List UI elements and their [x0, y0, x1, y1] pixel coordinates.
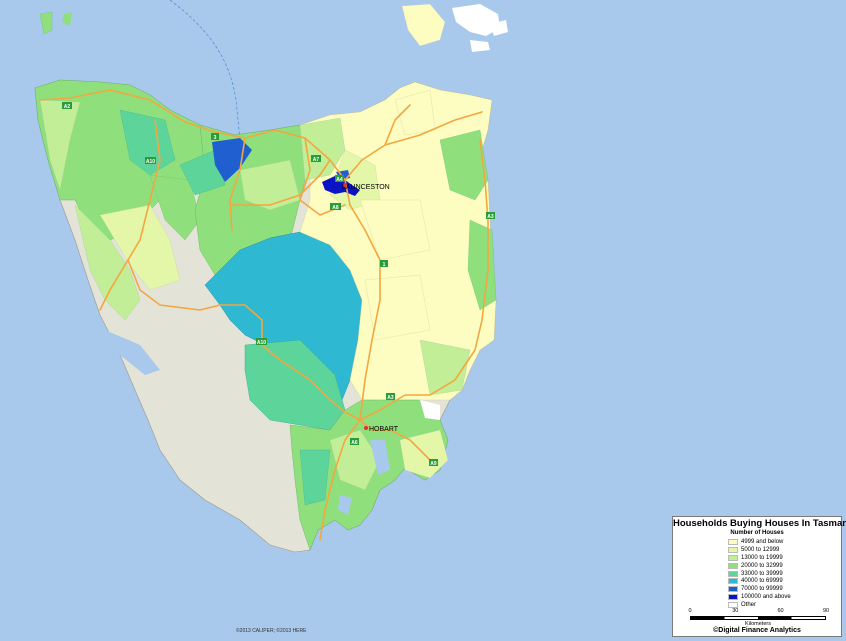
road-label: 3	[214, 135, 217, 141]
legend-item: 100000 and above	[728, 593, 841, 601]
map-attribution: ©2013 CALIPER; ©2013 HERE	[236, 628, 307, 634]
legend-label: 33000 to 39999	[741, 570, 783, 577]
scale-tick: 0	[688, 608, 692, 614]
road-label: A6	[351, 440, 358, 446]
legend-swatch	[728, 562, 738, 569]
credit-text: ©Digital Finance Analytics	[713, 627, 801, 634]
legend-item: 40000 to 69999	[728, 577, 841, 585]
road-label: A4	[336, 177, 343, 183]
legend-subtitle: Number of Houses	[730, 530, 784, 536]
road-label: 1	[383, 262, 386, 268]
legend-label: 5000 to 12999	[741, 546, 780, 553]
scale-tick: 90	[822, 608, 830, 614]
road-label: A3	[387, 395, 394, 401]
legend-title: Households Buying Houses In Tasmania	[673, 518, 846, 529]
legend-label: 70000 to 99999	[741, 586, 783, 593]
city-label-hobart: HOBART	[369, 426, 399, 433]
legend-swatch	[728, 570, 738, 577]
scale-tick: 30	[732, 608, 739, 614]
road-label: A2	[64, 104, 71, 110]
road-label: A10	[146, 159, 155, 165]
road-label: A9	[430, 461, 437, 467]
legend-items: 4999 and below 5000 to 12999 13000 to 1999…	[728, 538, 841, 609]
legend-item: 20000 to 32999	[728, 562, 841, 570]
legend-item: 13000 to 19999	[728, 554, 841, 562]
legend-item: 4999 and below	[728, 538, 841, 546]
scale-ticks: 0 30 60 90	[688, 608, 830, 616]
legend-swatch	[728, 594, 738, 601]
scale-bar-graphic	[690, 616, 826, 620]
legend-label: 4999 and below	[741, 538, 784, 545]
road-label: A10	[257, 340, 266, 346]
scale-tick: 60	[777, 608, 784, 614]
legend-label: 100000 and above	[741, 594, 791, 601]
legend-item: 70000 to 99999	[728, 585, 841, 593]
legend-item: 33000 to 39999	[728, 570, 841, 578]
map-legend: Households Buying Houses In Tasmania Num…	[672, 516, 846, 637]
legend-swatch	[728, 554, 738, 561]
legend-swatch	[728, 586, 738, 593]
legend-swatch	[728, 578, 738, 585]
scale-bar: 0 30 60 90 Kilometers	[688, 608, 830, 627]
legend-label: 20000 to 32999	[741, 562, 783, 569]
road-label: A3	[487, 214, 494, 220]
legend-label: 40000 to 69999	[741, 578, 783, 585]
legend-label: 13000 to 19999	[741, 554, 783, 561]
road-label: A7	[313, 157, 320, 163]
city-label-launceston: LAUNCESTON	[342, 184, 390, 191]
legend-swatch	[728, 538, 738, 545]
road-label: A8	[332, 205, 339, 211]
legend-swatch	[728, 546, 738, 553]
legend-item: 5000 to 12999	[728, 546, 841, 554]
